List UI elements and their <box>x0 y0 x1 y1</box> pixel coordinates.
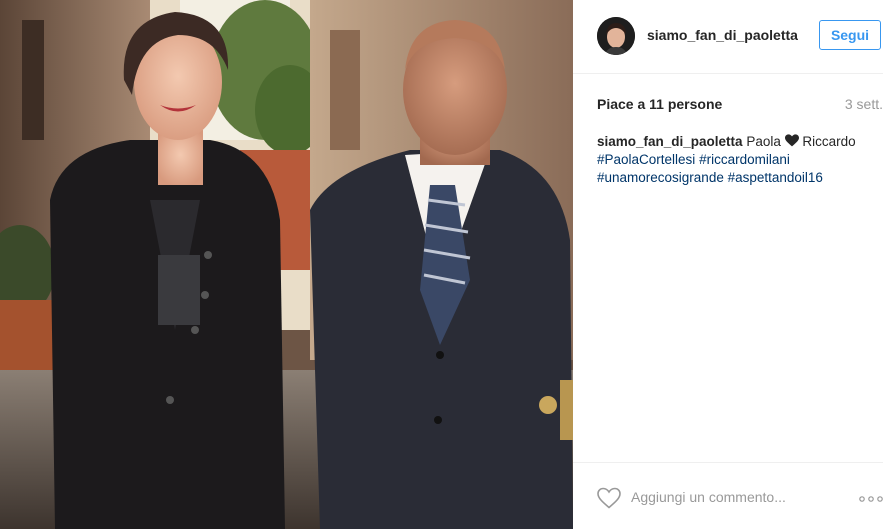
post-timestamp[interactable]: 3 sett. <box>845 96 883 112</box>
caption-username[interactable]: siamo_fan_di_paoletta <box>597 134 743 149</box>
avatar-image <box>597 17 635 55</box>
likes-count[interactable]: Piace a 11 persone <box>597 96 722 112</box>
post-photo[interactable] <box>0 0 573 529</box>
hashtag-link[interactable]: #PaolaCortellesi <box>597 152 695 167</box>
post-footer <box>573 462 883 529</box>
caption-text-before: Paola <box>746 134 781 149</box>
photo-illustration <box>0 0 573 529</box>
comment-input[interactable] <box>631 485 811 509</box>
hashtag-link[interactable]: #unamorecosigrande <box>597 170 724 185</box>
username-link[interactable]: siamo_fan_di_paoletta <box>647 27 798 43</box>
post-caption: siamo_fan_di_paoletta Paola Riccardo #Pa… <box>597 133 879 187</box>
heart-outline-icon[interactable] <box>597 487 621 509</box>
hashtag-link[interactable]: #aspettandoil16 <box>728 170 823 185</box>
hashtag-link[interactable]: #riccardomilani <box>699 152 790 167</box>
heart-icon <box>784 134 799 147</box>
follow-button[interactable]: Segui <box>819 20 881 50</box>
instagram-post: siamo_fan_di_paoletta Segui Piace a 11 p… <box>0 0 883 529</box>
post-header: siamo_fan_di_paoletta Segui <box>573 0 883 74</box>
ellipsis-icon[interactable] <box>859 496 883 502</box>
avatar[interactable] <box>597 17 635 55</box>
caption-text-after: Riccardo <box>802 134 856 149</box>
post-sidebar: siamo_fan_di_paoletta Segui Piace a 11 p… <box>573 0 883 529</box>
